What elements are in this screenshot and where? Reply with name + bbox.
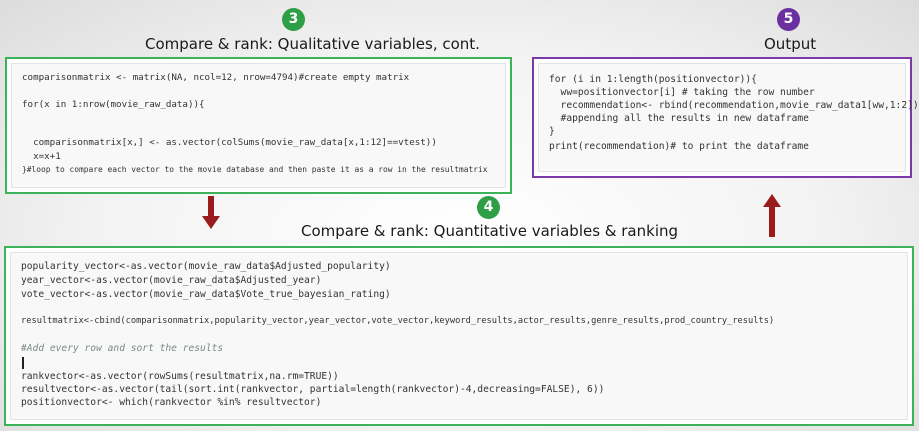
qualitative-code-panel: comparisonmatrix <- matrix(NA, ncol=12, … — [5, 57, 512, 194]
code-comment: #Add every row and sort the results — [21, 343, 224, 354]
qualitative-code-block: comparisonmatrix <- matrix(NA, ncol=12, … — [11, 63, 506, 188]
code-line: resultvector<-as.vector(tail(sort.int(ra… — [21, 384, 605, 395]
quantitative-code-block: popularity_vector<-as.vector(movie_raw_d… — [10, 252, 908, 420]
code-line: } — [549, 126, 555, 137]
arrow-down-icon — [202, 196, 220, 229]
output-code-panel: for (i in 1:length(positionvector)){ ww=… — [532, 57, 919, 178]
step-4-badge: 4 — [477, 196, 500, 219]
arrow-up-icon — [763, 194, 781, 237]
step-3-badge: 3 — [282, 8, 305, 31]
code-line: print(recommendation)# to print the data… — [549, 141, 809, 152]
code-line: year_vector<-as.vector(movie_raw_data$Ad… — [21, 275, 322, 286]
code-line: comparisonmatrix <- matrix(NA, ncol=12, … — [22, 72, 410, 83]
code-line: for(x in 1:nrow(movie_raw_data)){ — [22, 99, 205, 110]
code-line: recommendation<- rbind(recommendation,mo… — [549, 100, 919, 111]
text-cursor — [22, 357, 24, 369]
step-3-title: Compare & rank: Qualitative variables, c… — [145, 35, 480, 53]
code-line: resultmatrix<-cbind(comparisonmatrix,pop… — [21, 316, 775, 326]
code-line: positionvector<- which(rankvector %in% r… — [21, 397, 322, 408]
code-line: #appending all the results in new datafr… — [549, 113, 809, 124]
code-line: rankvector<-as.vector(rowSums(resultmatr… — [21, 371, 339, 382]
step-5-title: Output — [764, 35, 817, 53]
step-4-title: Compare & rank: Quantitative variables &… — [301, 222, 679, 240]
code-line: vote_vector<-as.vector(movie_raw_data$Vo… — [21, 289, 391, 300]
code-line: for (i in 1:length(positionvector)){ — [549, 74, 757, 85]
code-line: }#loop to compare each vector to the mov… — [22, 165, 488, 174]
code-line: comparisonmatrix[x,] <- as.vector(colSum… — [22, 137, 437, 148]
step-5-badge: 5 — [777, 8, 800, 31]
code-line: ww=positionvector[i] # taking the row nu… — [549, 87, 815, 98]
output-code-block: for (i in 1:length(positionvector)){ ww=… — [538, 63, 919, 172]
code-line: x=x+1 — [22, 151, 61, 162]
code-line: popularity_vector<-as.vector(movie_raw_d… — [21, 261, 391, 272]
quantitative-code-panel: popularity_vector<-as.vector(movie_raw_d… — [4, 246, 914, 426]
